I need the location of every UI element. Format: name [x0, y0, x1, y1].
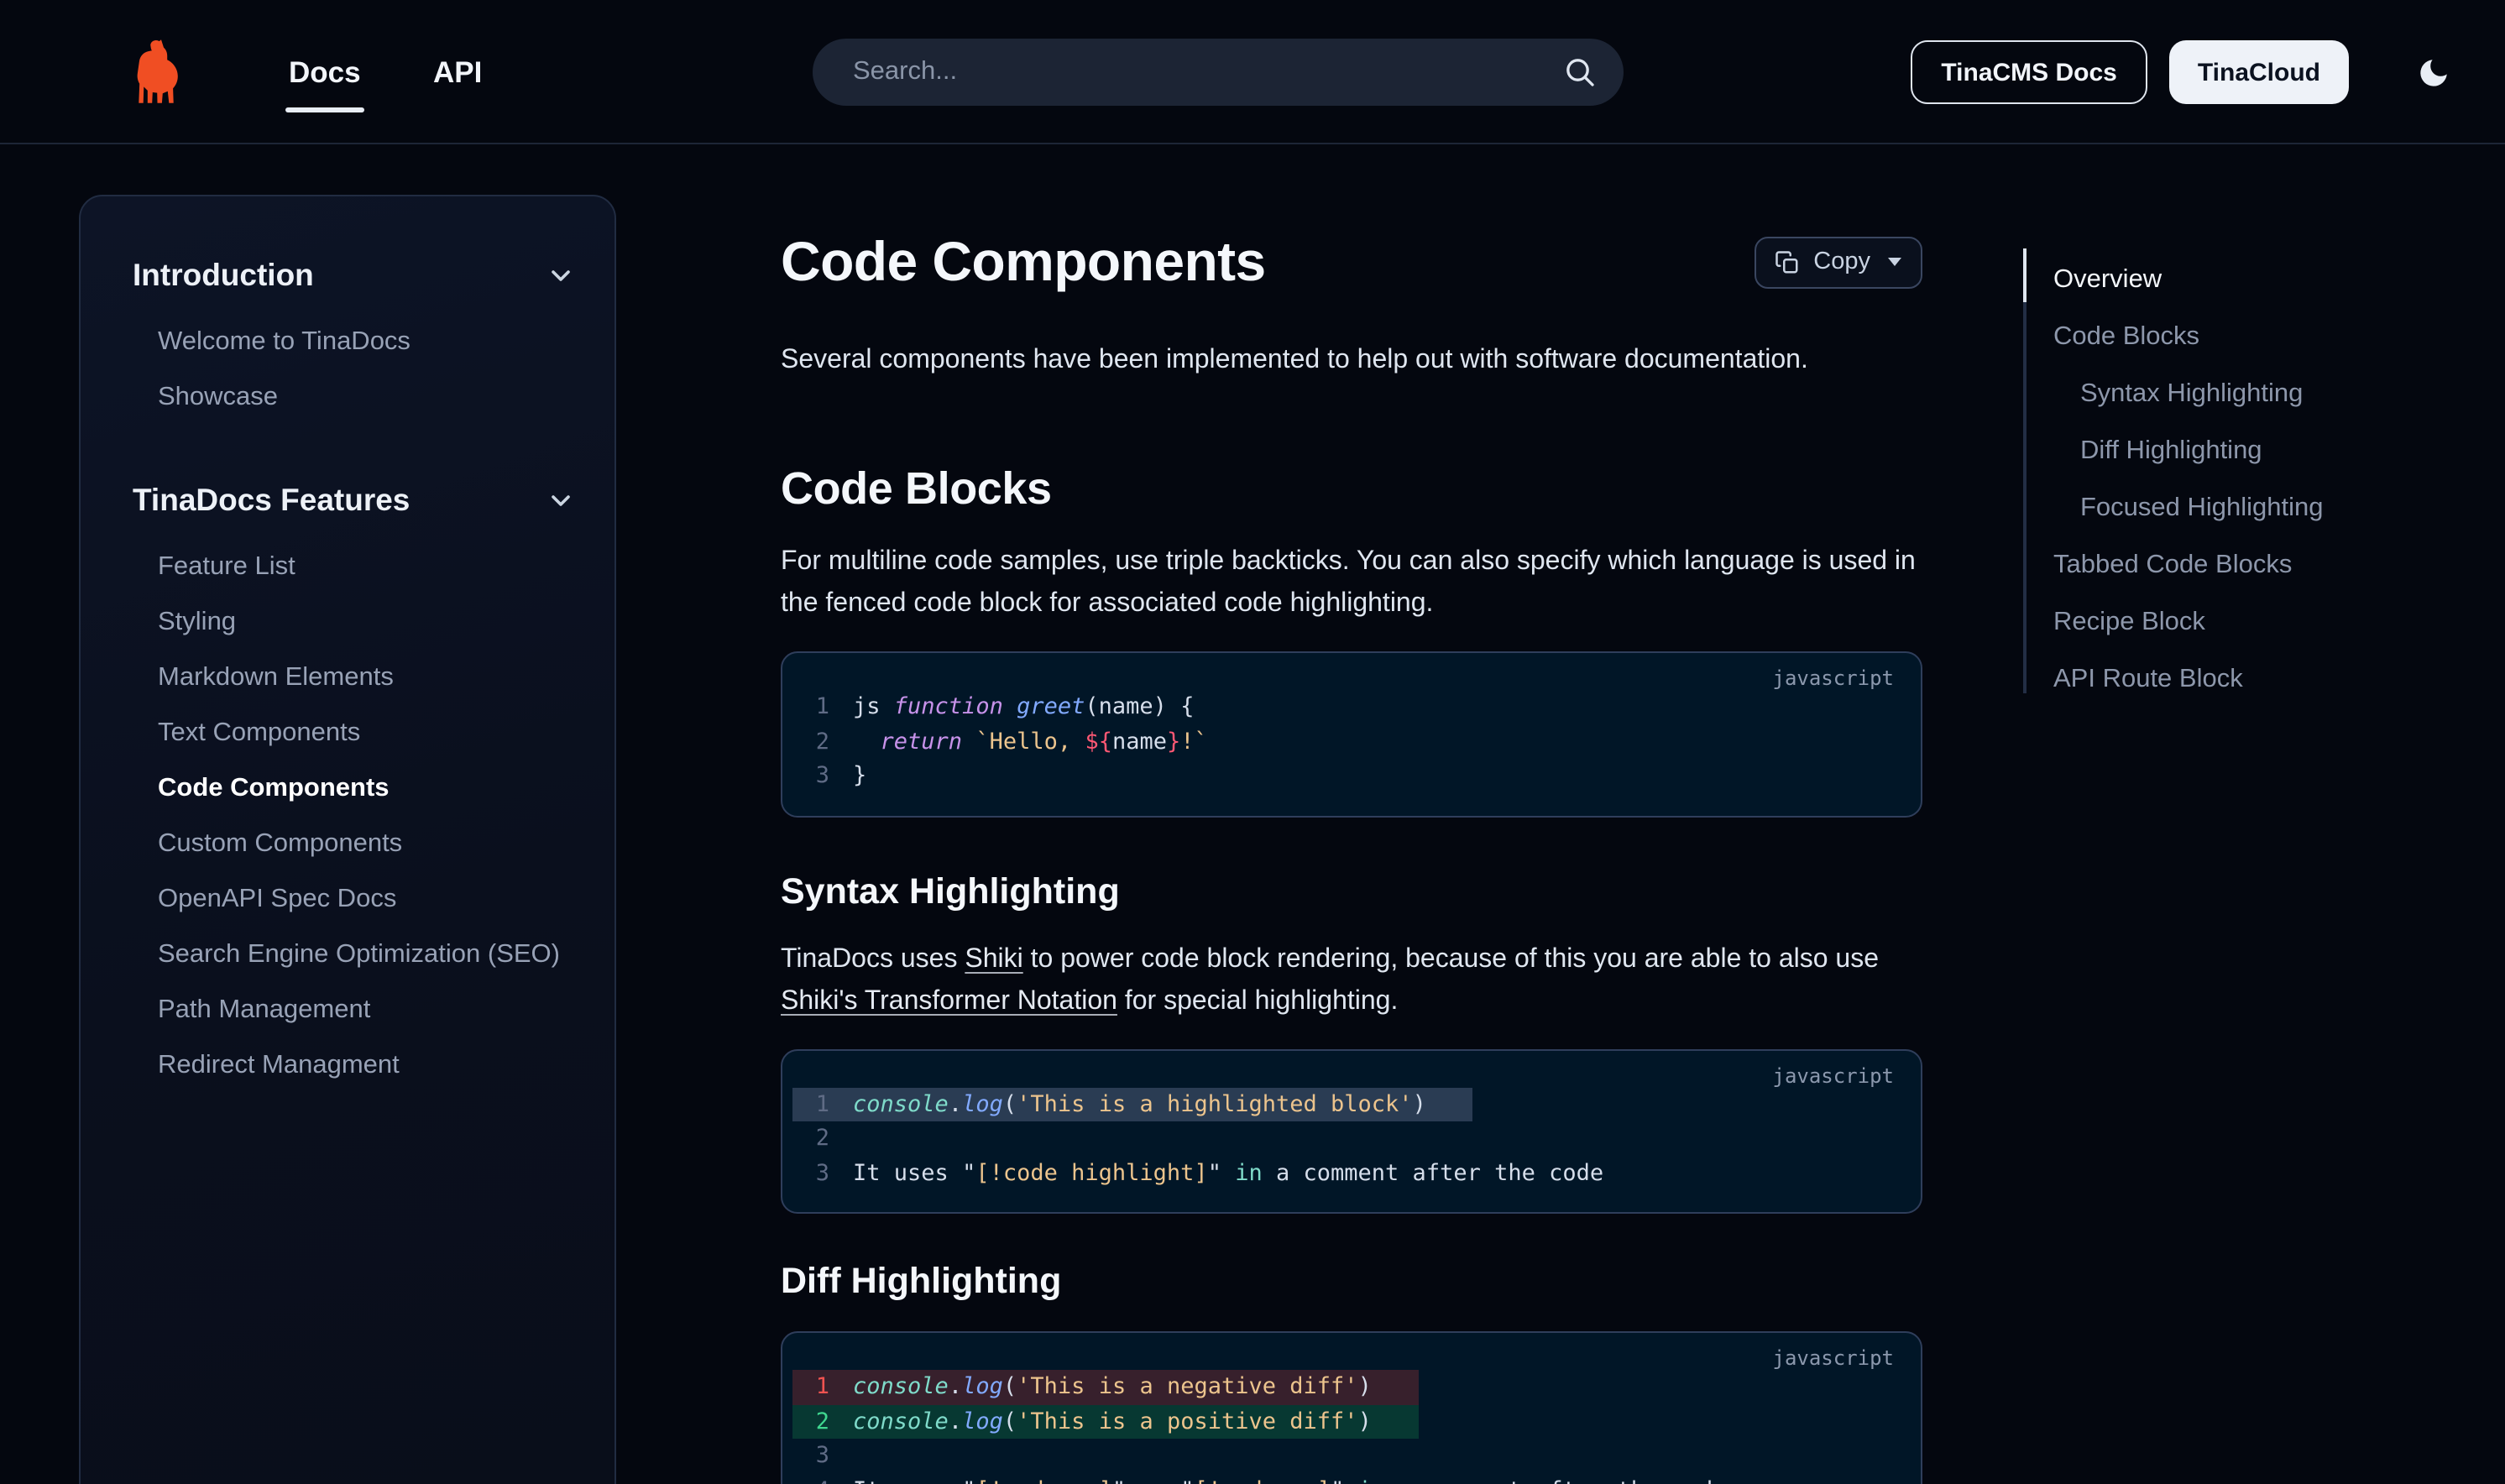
chevron-down-icon — [547, 262, 574, 289]
code-line: 4It uses "[!code --]" or "[!code ++]" in… — [782, 1473, 1921, 1484]
sidebar-item[interactable]: Text Components — [133, 705, 574, 760]
code-line: 1console.log('This is a negative diff') — [792, 1370, 1419, 1404]
code-line: 3 — [782, 1439, 1921, 1473]
toc-item[interactable]: Overview — [2053, 262, 2426, 297]
code-line: 3It uses "[!code highlight]" in a commen… — [782, 1156, 1921, 1190]
chevron-down-icon — [547, 487, 574, 514]
top-nav: Docs API TinaCMS Docs TinaCloud — [0, 0, 2505, 144]
search-icon[interactable] — [1563, 55, 1597, 89]
sidebar-group: Introduction Welcome to TinaDocsShowcase — [133, 257, 574, 425]
toc-item[interactable]: Focused Highlighting — [2053, 490, 2426, 525]
main-content: Code Components Copy Several components … — [781, 144, 1922, 1484]
sidebar-group-header[interactable]: Introduction — [133, 257, 574, 294]
sidebar-group-header[interactable]: TinaDocs Features — [133, 482, 574, 519]
tinacms-docs-button-label: TinaCMS Docs — [1941, 58, 2117, 86]
code-language-badge: javascript — [1773, 666, 1895, 690]
page: Docs API TinaCMS Docs TinaCloud — [0, 0, 2505, 1484]
tina-llama-logo[interactable] — [131, 39, 181, 106]
sidebar-item[interactable]: Custom Components — [133, 816, 574, 871]
toc-item[interactable]: Diff Highlighting — [2053, 433, 2426, 468]
code-lines: 1console.log('This is a highlighted bloc… — [782, 1087, 1921, 1190]
sidebar-group-title: Introduction — [133, 257, 314, 294]
search-input[interactable] — [850, 55, 1563, 89]
inline-link[interactable]: Shiki — [965, 944, 1022, 973]
sidebar-item[interactable]: Code Components — [133, 760, 574, 816]
text-segment: to power code block rendering, because o… — [1023, 944, 1879, 973]
code-language-badge: javascript — [1773, 1063, 1895, 1087]
code-block-basic[interactable]: javascript 1js function greet(name) {2 r… — [781, 651, 1922, 817]
code-line: 3} — [782, 759, 1921, 793]
sidebar-item[interactable]: Welcome to TinaDocs — [133, 314, 574, 369]
code-line: 2 return `Hello, ${name}!` — [782, 724, 1921, 759]
toc-items: Overview Code Blocks Syntax Highlighting Di… — [2053, 245, 2426, 697]
nav-tab-api[interactable]: API — [433, 0, 482, 144]
header-actions: TinaCMS Docs TinaCloud — [1911, 40, 2453, 104]
code-blocks-paragraph: For multiline code samples, use triple b… — [781, 541, 1922, 624]
toc-active-indicator — [2023, 248, 2026, 302]
sidebar-item[interactable]: Markdown Elements — [133, 650, 574, 705]
code-line: 2console.log('This is a positive diff') — [792, 1404, 1419, 1439]
toc-item[interactable]: Tabbed Code Blocks — [2053, 547, 2426, 583]
text-segment: for special highlighting. — [1117, 986, 1398, 1015]
text-segment: TinaDocs uses — [781, 944, 965, 973]
toc-item[interactable]: Recipe Block — [2053, 604, 2426, 640]
syntax-paragraph: TinaDocs uses Shiki to power code block … — [781, 938, 1922, 1022]
copy-button[interactable]: Copy — [1755, 236, 1922, 288]
code-line: 2 — [782, 1121, 1921, 1156]
table-of-contents: Overview Code Blocks Syntax Highlighting Di… — [2023, 245, 2426, 718]
page-title: Code Components — [781, 228, 1266, 295]
nav-tab-api-label: API — [433, 55, 482, 90]
chevron-down-icon[interactable] — [1887, 257, 1902, 267]
sidebar-group: TinaDocs Features Feature ListStylingMark… — [133, 482, 574, 1093]
moon-icon — [2415, 55, 2450, 90]
nav-tab-docs[interactable]: Docs — [289, 0, 361, 144]
sidebar-group-title: TinaDocs Features — [133, 482, 410, 519]
code-lines: 1console.log('This is a negative diff')2… — [782, 1370, 1921, 1484]
toc-item[interactable]: Syntax Highlighting — [2053, 376, 2426, 411]
tinacloud-button[interactable]: TinaCloud — [2169, 40, 2349, 104]
nav-tab-docs-label: Docs — [289, 55, 361, 90]
toc-item[interactable]: API Route Block — [2053, 661, 2426, 697]
sidebar-item[interactable]: Path Management — [133, 982, 574, 1037]
theme-toggle[interactable] — [2413, 52, 2453, 92]
code-lines: 1js function greet(name) {2 return `Hell… — [782, 690, 1921, 793]
tinacloud-button-label: TinaCloud — [2198, 58, 2320, 86]
code-block-syntax-highlight[interactable]: javascript 1console.log('This is a highl… — [781, 1048, 1922, 1214]
sidebar-groups: Introduction Welcome to TinaDocsShowcase T… — [133, 257, 574, 1093]
sidebar-item[interactable]: Showcase — [133, 369, 574, 425]
copy-button-label: Copy — [1813, 248, 1870, 275]
code-line: 1console.log('This is a highlighted bloc… — [792, 1087, 1473, 1121]
doc-sidebar: Introduction Welcome to TinaDocsShowcase T… — [79, 195, 616, 1484]
toc-rail — [2023, 248, 2026, 693]
code-line: 1js function greet(name) { — [782, 690, 1921, 724]
section-heading-syntax-highlighting: Syntax Highlighting — [781, 867, 1922, 914]
sidebar-item[interactable]: Styling — [133, 594, 574, 650]
sidebar-item[interactable]: Search Engine Optimization (SEO) — [133, 927, 574, 982]
search-bar[interactable] — [813, 39, 1624, 106]
toc-item[interactable]: Code Blocks — [2053, 319, 2426, 354]
section-heading-code-blocks: Code Blocks — [781, 460, 1922, 517]
code-block-diff-highlight[interactable]: javascript 1console.log('This is a negat… — [781, 1331, 1922, 1484]
code-language-badge: javascript — [1773, 1346, 1895, 1370]
sidebar-item[interactable]: Feature List — [133, 539, 574, 594]
section-heading-diff-highlighting: Diff Highlighting — [781, 1257, 1922, 1304]
inline-link[interactable]: Shiki's Transformer Notation — [781, 986, 1117, 1015]
sidebar-item[interactable]: Redirect Managment — [133, 1037, 574, 1093]
copy-icon — [1775, 249, 1800, 274]
sidebar-item[interactable]: OpenAPI Spec Docs — [133, 871, 574, 927]
tinacms-docs-button[interactable]: TinaCMS Docs — [1911, 40, 2147, 104]
intro-paragraph: Several components have been implemented… — [781, 339, 1922, 383]
